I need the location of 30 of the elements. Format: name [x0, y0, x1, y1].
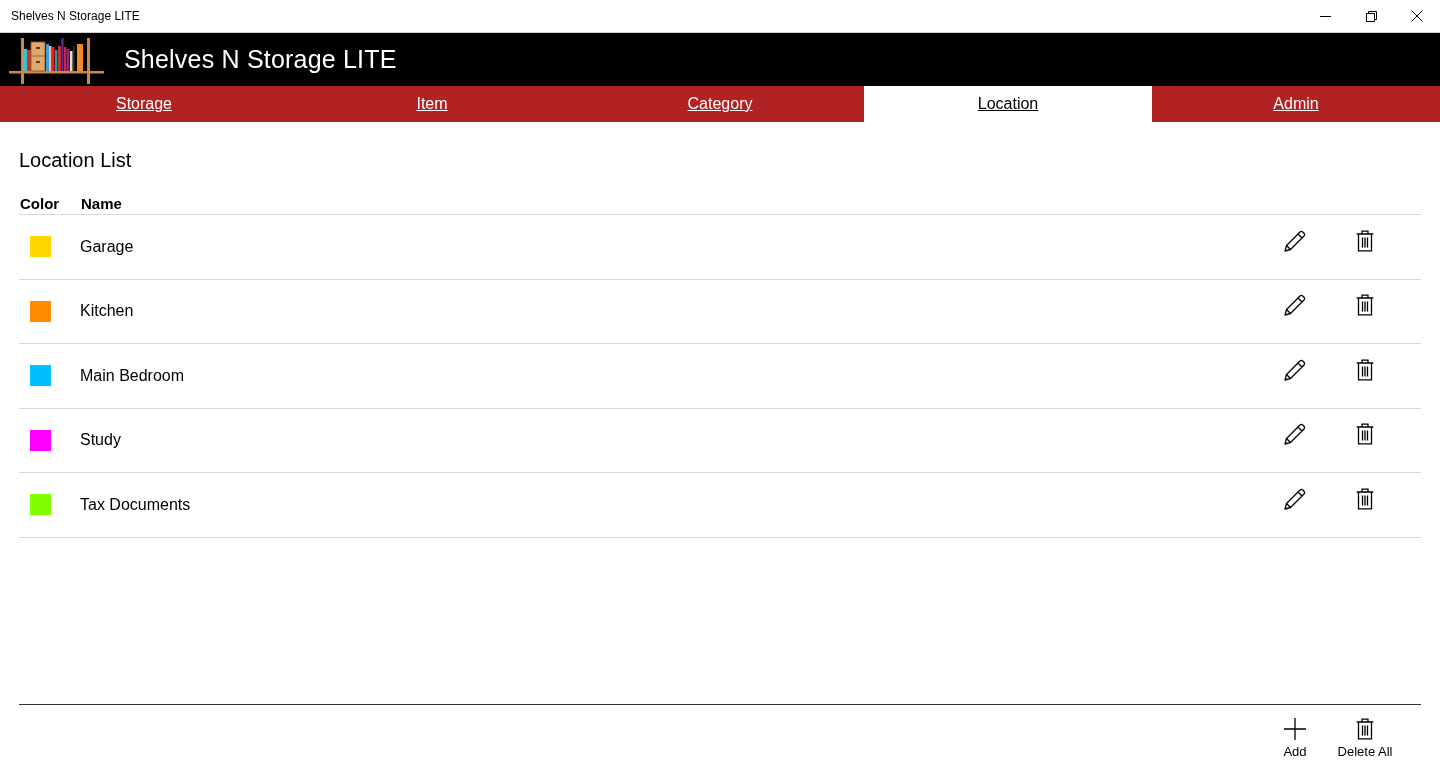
location-name: Kitchen [80, 302, 135, 321]
page-title: Location List [19, 148, 133, 173]
close-icon [1411, 10, 1423, 22]
pencil-icon [1284, 294, 1306, 317]
trash-icon [1356, 423, 1374, 446]
nav-tab[interactable]: Location [864, 86, 1152, 122]
trash-icon [1356, 487, 1374, 510]
edit-button[interactable] [1282, 292, 1308, 319]
pencil-icon [1284, 229, 1306, 252]
pencil-icon [1284, 423, 1306, 446]
delete-all-button[interactable]: Delete All [1330, 705, 1400, 766]
app-name: Shelves N Storage LITE [124, 45, 397, 74]
trash-icon [1356, 358, 1374, 381]
plus-icon [1284, 718, 1306, 740]
restore-icon [1365, 10, 1377, 22]
window-title: Shelves N Storage LITE [11, 9, 140, 23]
column-header: Name [80, 194, 123, 214]
pencil-icon [1284, 487, 1306, 510]
minimize-icon [1319, 15, 1331, 17]
trash-icon [1356, 229, 1374, 252]
column-header: Color [19, 194, 61, 214]
location-name: Tax Documents [80, 495, 192, 514]
trash-icon [1356, 294, 1374, 317]
trash-icon [1356, 718, 1374, 740]
edit-button[interactable] [1282, 421, 1308, 448]
pencil-icon [1284, 358, 1306, 381]
location-name: Study [80, 431, 122, 450]
location-name: Main Bedroom [80, 366, 186, 385]
location-name: Garage [80, 237, 135, 256]
add-button[interactable]: Add [1260, 705, 1330, 766]
